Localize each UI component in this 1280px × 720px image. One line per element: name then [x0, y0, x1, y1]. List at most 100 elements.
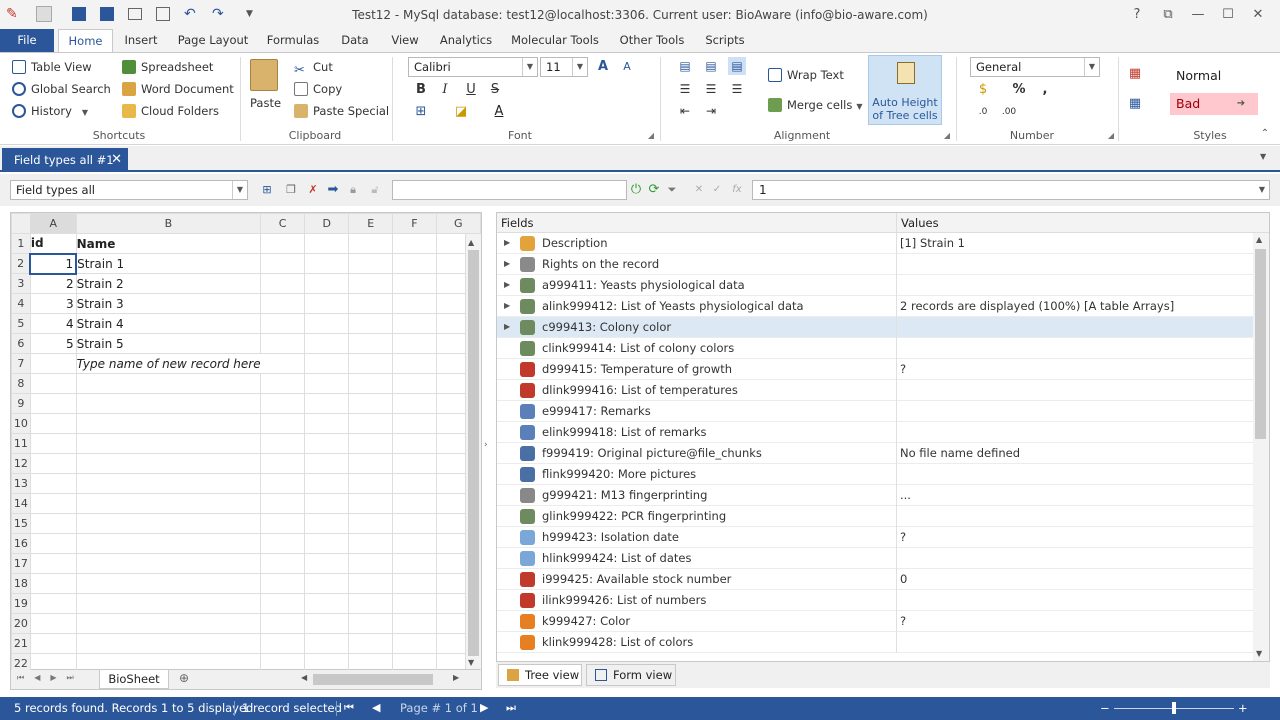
- cell-b[interactable]: Strain 1: [75, 253, 262, 274]
- add-sheet-icon[interactable]: ⊕: [179, 671, 189, 685]
- decrease-decimal-icon[interactable]: .00: [1000, 103, 1018, 121]
- row-header[interactable]: 17: [11, 553, 31, 574]
- duplicate-record-icon[interactable]: ❐: [282, 181, 300, 199]
- row-header[interactable]: 14: [11, 493, 31, 514]
- scroll-down-icon[interactable]: ▼: [468, 658, 474, 667]
- grid-cell[interactable]: [392, 273, 437, 294]
- grid-cell[interactable]: [392, 493, 437, 514]
- grid-cell[interactable]: [304, 433, 350, 454]
- apply-search-icon[interactable]: ⏻: [627, 181, 645, 199]
- tab-insert[interactable]: Insert: [118, 29, 164, 52]
- grid-cell[interactable]: [348, 233, 394, 254]
- cell-b[interactable]: Strain 5: [75, 333, 262, 354]
- grow-font-icon[interactable]: A: [594, 58, 612, 76]
- field-row[interactable]: glink999422: PCR fingerprinting: [497, 506, 1253, 527]
- grid-cell[interactable]: [392, 393, 437, 414]
- styles-more-icon[interactable]: ➔: [1232, 95, 1250, 113]
- row-header[interactable]: 13: [11, 473, 31, 494]
- cell-b[interactable]: [75, 533, 262, 554]
- row-header[interactable]: 10: [11, 413, 31, 434]
- scrollbar-thumb[interactable]: [1255, 249, 1266, 439]
- filter-icon[interactable]: ⏷: [663, 181, 681, 199]
- cut-button[interactable]: ✂ Cut: [294, 57, 333, 78]
- expand-arrow-icon[interactable]: ▶: [504, 280, 510, 289]
- field-row[interactable]: dlink999416: List of temperatures: [497, 380, 1253, 401]
- font-color-icon[interactable]: A: [490, 103, 508, 121]
- grid-cell[interactable]: [392, 413, 437, 434]
- cell-b[interactable]: Type name of new record here: [75, 353, 261, 374]
- field-row[interactable]: elink999418: List of remarks: [497, 422, 1253, 443]
- cell-a[interactable]: [29, 633, 77, 654]
- italic-icon[interactable]: I: [436, 81, 454, 99]
- function-icon[interactable]: fx: [728, 181, 746, 199]
- grid-cell[interactable]: [260, 433, 306, 454]
- collapse-ribbon-icon[interactable]: ⌃: [1256, 125, 1274, 143]
- cell-b[interactable]: [75, 393, 262, 414]
- minimize-button[interactable]: —: [1187, 6, 1209, 24]
- last-page-icon[interactable]: ⏭: [506, 701, 516, 715]
- grid-cell[interactable]: [392, 333, 437, 354]
- grid-cell[interactable]: [392, 613, 437, 634]
- tab-other-tools[interactable]: Other Tools: [612, 29, 692, 52]
- cell-b[interactable]: [75, 593, 262, 614]
- grid-cell[interactable]: [260, 573, 306, 594]
- grid-cell[interactable]: [304, 573, 350, 594]
- fields-column-header[interactable]: Fields: [501, 216, 534, 230]
- grid-cell[interactable]: [392, 253, 437, 274]
- column-header[interactable]: D: [304, 213, 350, 234]
- tab-page-layout[interactable]: Page Layout: [174, 29, 252, 52]
- maximize-button[interactable]: ☐: [1217, 6, 1239, 24]
- grid-cell[interactable]: [348, 353, 394, 374]
- field-row[interactable]: h999423: Isolation date?: [497, 527, 1253, 548]
- column-header[interactable]: G: [435, 213, 482, 234]
- conditional-format-icon[interactable]: ▦: [1126, 65, 1144, 83]
- grid-cell[interactable]: [304, 513, 350, 534]
- cell-a[interactable]: [29, 553, 77, 574]
- grid-cell[interactable]: [392, 293, 437, 314]
- grid-cell[interactable]: [392, 373, 437, 394]
- tab-analytics[interactable]: Analytics: [434, 29, 498, 52]
- row-header[interactable]: 21: [11, 633, 31, 654]
- field-value[interactable]: ?: [900, 614, 906, 628]
- row-header[interactable]: 3: [11, 273, 31, 294]
- field-row[interactable]: ▶ alink999412: List of Yeasts physiologic…: [497, 296, 1253, 317]
- decrease-indent-icon[interactable]: ⇤: [676, 102, 694, 120]
- sheet-tab-biosheet[interactable]: BioSheet: [99, 670, 169, 689]
- add-record-icon[interactable]: ⊞: [258, 181, 276, 199]
- grid-cell[interactable]: [304, 413, 350, 434]
- row-header[interactable]: 12: [11, 453, 31, 474]
- field-row[interactable]: g999421: M13 fingerprinting...: [497, 485, 1253, 506]
- number-format-combo[interactable]: General ▼: [970, 57, 1100, 77]
- history-button[interactable]: History ▼: [12, 101, 88, 121]
- row-header[interactable]: 4: [11, 293, 31, 314]
- style-normal[interactable]: Normal: [1170, 65, 1260, 87]
- grid-cell[interactable]: [260, 593, 306, 614]
- grid-cell[interactable]: [392, 313, 437, 334]
- row-header[interactable]: 11: [11, 433, 31, 454]
- grid-cell[interactable]: [260, 353, 306, 374]
- scroll-left-icon[interactable]: ◀: [301, 673, 307, 682]
- delete-record-icon[interactable]: ✗: [304, 181, 322, 199]
- underline-icon[interactable]: U: [462, 81, 480, 99]
- row-header[interactable]: 8: [11, 373, 31, 394]
- grid-cell[interactable]: [348, 633, 394, 654]
- copy-button[interactable]: Copy: [294, 79, 342, 99]
- cell-b[interactable]: [75, 573, 262, 594]
- cell-b[interactable]: [75, 433, 262, 454]
- grid-cell[interactable]: [260, 273, 306, 294]
- grid-cell[interactable]: [260, 373, 306, 394]
- grid-cell[interactable]: [304, 533, 350, 554]
- grid-cell[interactable]: [304, 353, 350, 374]
- paste-button[interactable]: Paste: [250, 93, 281, 113]
- cell-b[interactable]: Strain 2: [75, 273, 262, 294]
- wrap-text-button[interactable]: Wrap Text: [768, 65, 844, 85]
- grid-cell[interactable]: [304, 373, 350, 394]
- expand-arrow-icon[interactable]: ▶: [504, 259, 510, 268]
- field-value[interactable]: ?: [900, 362, 906, 376]
- grid-cell[interactable]: [348, 513, 394, 534]
- grid-cell[interactable]: [260, 393, 306, 414]
- align-top-icon[interactable]: ▤: [676, 57, 694, 75]
- field-row[interactable]: hlink999424: List of dates: [497, 548, 1253, 569]
- form-view-tab[interactable]: Form view: [586, 664, 676, 686]
- grid-cell[interactable]: [348, 493, 394, 514]
